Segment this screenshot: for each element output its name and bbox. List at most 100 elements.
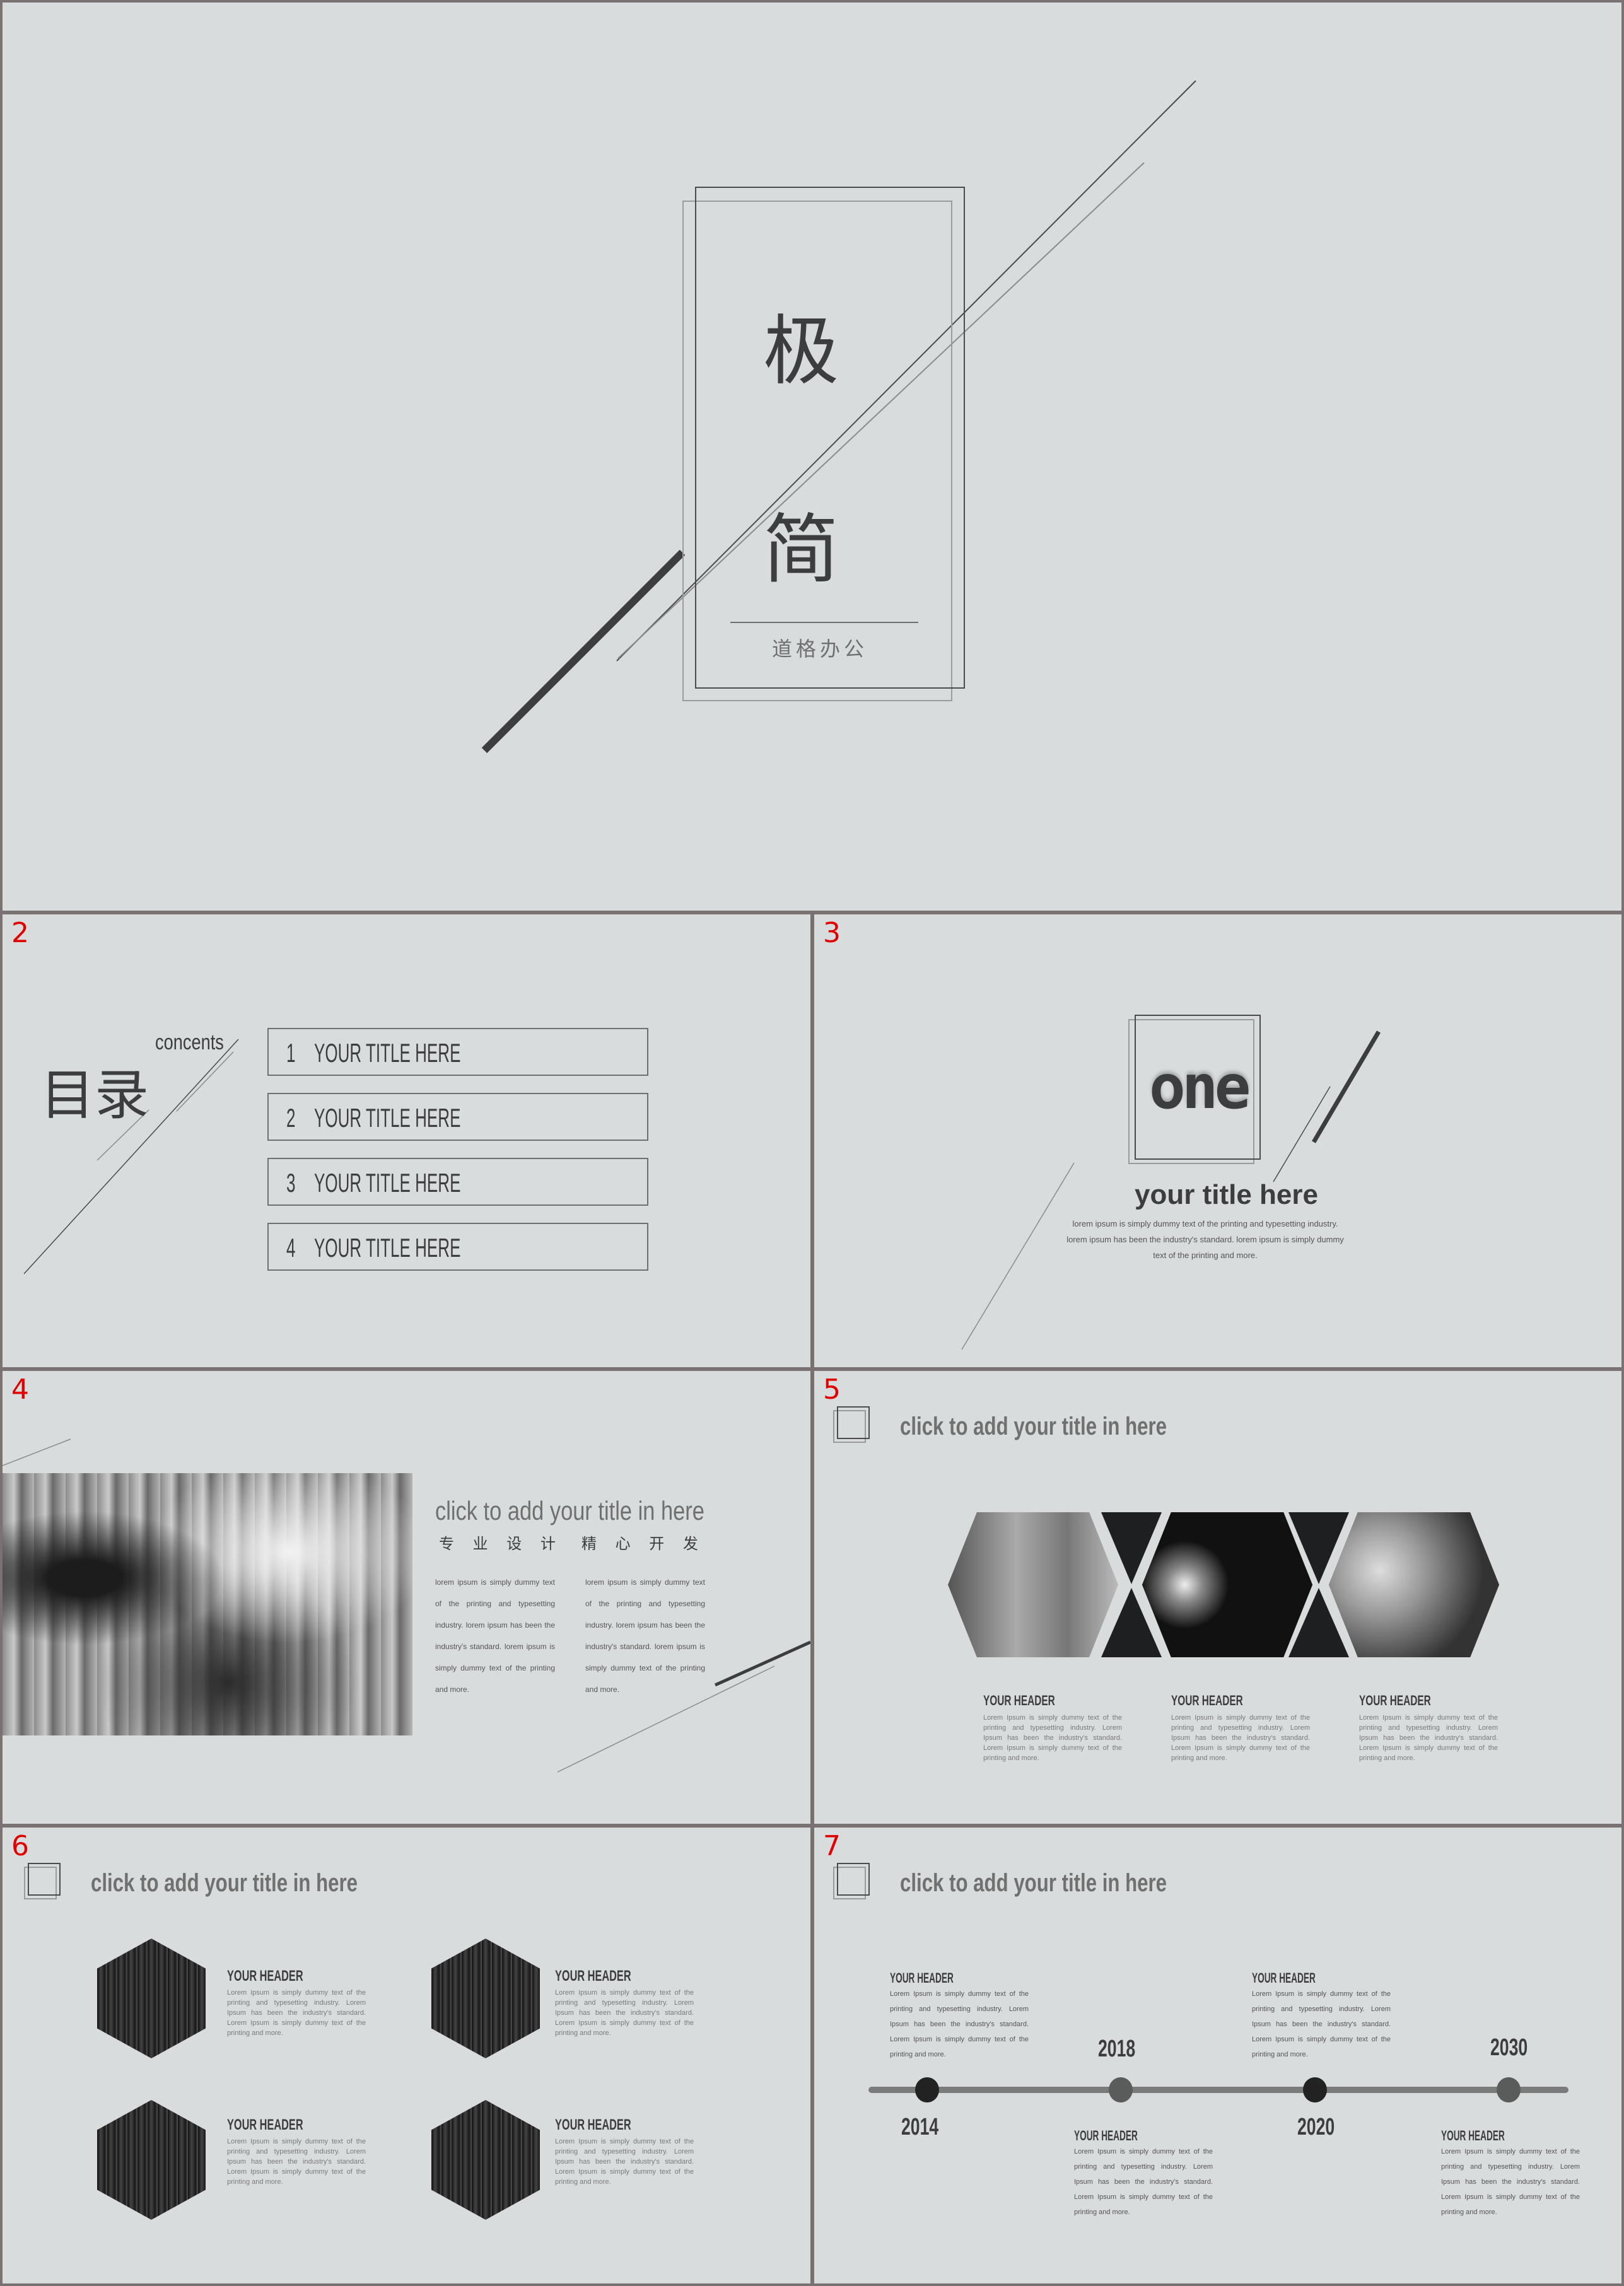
tagline-left: 专 业 设 计 <box>439 1535 556 1553</box>
slide-title: click to add your title in here <box>900 1413 1167 1440</box>
toc-item[interactable]: 4 YOUR TITLE HERE <box>267 1223 648 1271</box>
body-column-left: lorem ipsum is simply dummy text of the … <box>435 1578 555 1694</box>
card: YOUR HEADER Lorem Ipsum is simply dummy … <box>1359 1693 1498 1763</box>
toc-item[interactable]: 2 YOUR TITLE HERE <box>267 1093 648 1141</box>
toc-item-number: 3 <box>286 1168 296 1198</box>
body-column-right: lorem ipsum is simply dummy text of the … <box>585 1578 705 1694</box>
title-char-1: 极 <box>763 308 839 395</box>
photo-singer <box>1142 1512 1312 1657</box>
card-text: Lorem Ipsum is simply dummy text of the … <box>983 1714 1122 1762</box>
card-text: Lorem Ipsum is simply dummy text of the … <box>1359 1714 1498 1762</box>
section-body-line: lorem ipsum is simply dummy text of the … <box>1072 1219 1338 1228</box>
slide-2-decor-lines <box>23 1039 239 1274</box>
card-text: Lorem Ipsum is simply dummy text of the … <box>1074 2148 1213 2216</box>
slide-number: 7 <box>823 1830 841 1862</box>
slide-title: click to add your title in here <box>900 1869 1167 1897</box>
timeline-card: YOUR HEADER Lorem Ipsum is simply dummy … <box>1074 2128 1213 2220</box>
card-header: YOUR HEADER <box>555 1968 631 1985</box>
timeline-dot[interactable] <box>915 2077 939 2102</box>
card: YOUR HEADER Lorem Ipsum is simply dummy … <box>227 1968 366 2038</box>
toc-item-label: YOUR TITLE HERE <box>314 1233 461 1263</box>
wall-photo <box>3 1473 412 1735</box>
band-photo <box>97 2100 206 2220</box>
timeline-dot[interactable] <box>1303 2077 1327 2102</box>
section-number-word: one <box>1149 1052 1251 1123</box>
timeline-card: YOUR HEADER Lorem Ipsum is simply dummy … <box>1252 1970 1391 2062</box>
card-text: Lorem Ipsum is simply dummy text of the … <box>890 1990 1029 2058</box>
card: YOUR HEADER Lorem Ipsum is simply dummy … <box>555 2116 694 2187</box>
slide-4[interactable]: 4 click to add your title in here 专 业 设 … <box>3 1371 810 1824</box>
toc-item[interactable]: 1 YOUR TITLE HERE <box>267 1028 648 1076</box>
slide-1[interactable]: 极 简 道格办公 <box>3 3 1621 911</box>
subtitle: 道格办公 <box>772 637 868 661</box>
year-label: 2030 <box>1490 2034 1528 2061</box>
timeline-card: YOUR HEADER Lorem Ipsum is simply dummy … <box>890 1970 1029 2062</box>
section-title: your title here <box>1135 1179 1318 1210</box>
toc-item-number: 2 <box>286 1103 296 1133</box>
slide-title: click to add your title in here <box>91 1869 358 1897</box>
title-marker <box>837 1406 870 1439</box>
card: YOUR HEADER Lorem Ipsum is simply dummy … <box>555 1968 694 2038</box>
card-header: YOUR HEADER <box>890 1970 954 1986</box>
timeline-card: YOUR HEADER Lorem Ipsum is simply dummy … <box>1441 2128 1580 2220</box>
title-char-2: 简 <box>763 506 839 594</box>
title-frame <box>695 187 965 689</box>
card-header: YOUR HEADER <box>983 1693 1055 1708</box>
slide-6[interactable]: 6 click to add your title in here YOUR H… <box>3 1828 810 2283</box>
slide-number: 4 <box>11 1373 29 1406</box>
toc-item-label: YOUR TITLE HERE <box>314 1103 461 1133</box>
card-text: Lorem Ipsum is simply dummy text of the … <box>1252 1990 1391 2058</box>
slide-5[interactable]: 5 click to add your title in here YOUR H… <box>814 1371 1621 1824</box>
year-label: 2014 <box>901 2114 939 2140</box>
card-text: Lorem Ipsum is simply dummy text of the … <box>555 2138 694 2186</box>
toc-item-number: 4 <box>286 1233 296 1263</box>
timeline-dot[interactable] <box>1497 2077 1521 2102</box>
card: YOUR HEADER Lorem Ipsum is simply dummy … <box>227 2116 366 2187</box>
timeline-track <box>868 2087 1569 2093</box>
card: YOUR HEADER Lorem Ipsum is simply dummy … <box>1171 1693 1310 1763</box>
card-text: Lorem Ipsum is simply dummy text of the … <box>1171 1714 1310 1762</box>
section-body: lorem ipsum is simply dummy text of the … <box>1066 1216 1344 1263</box>
band-photo <box>97 1939 206 2058</box>
section-body-line: text of the printing and more. <box>1153 1251 1258 1260</box>
toc-item[interactable]: 3 YOUR TITLE HERE <box>267 1158 648 1206</box>
card-header: YOUR HEADER <box>227 2116 303 2133</box>
slide-title: click to add your title in here <box>435 1496 704 1525</box>
toc-item-label: YOUR TITLE HERE <box>314 1168 461 1198</box>
slide-3[interactable]: 3 one your title here lorem ipsum is sim… <box>814 914 1621 1367</box>
year-label: 2020 <box>1297 2114 1335 2140</box>
section-body-line: lorem ipsum has been the industry's stan… <box>1066 1235 1344 1244</box>
tagline-right: 精 心 开 发 <box>581 1535 698 1553</box>
card: YOUR HEADER Lorem Ipsum is simply dummy … <box>983 1693 1122 1763</box>
card-text: Lorem Ipsum is simply dummy text of the … <box>227 1989 366 2037</box>
slide-7[interactable]: 7 click to add your title in here 2014 2… <box>814 1828 1621 2283</box>
photo-violinist <box>1329 1512 1499 1657</box>
slide-number: 5 <box>823 1373 841 1406</box>
card-header: YOUR HEADER <box>1441 2128 1505 2143</box>
card-header: YOUR HEADER <box>227 1968 303 1985</box>
title-marker <box>837 1863 870 1896</box>
card-header: YOUR HEADER <box>1171 1693 1243 1708</box>
slide-number: 6 <box>11 1830 29 1862</box>
toc-title-cn: 目录 <box>40 1064 149 1127</box>
toc-item-label: YOUR TITLE HERE <box>314 1038 461 1068</box>
card-header: YOUR HEADER <box>1359 1693 1431 1708</box>
card-header: YOUR HEADER <box>1252 1970 1316 1986</box>
title-divider <box>730 622 918 623</box>
band-photo <box>431 2100 540 2220</box>
toc-title-en: concents <box>155 1030 224 1054</box>
card-text: Lorem Ipsum is simply dummy text of the … <box>1441 2148 1580 2216</box>
band-photo <box>431 1939 540 2058</box>
card-text: Lorem Ipsum is simply dummy text of the … <box>227 2138 366 2186</box>
slide-number: 3 <box>823 917 841 949</box>
slide-number: 2 <box>11 917 29 949</box>
toc-item-number: 1 <box>286 1038 296 1068</box>
card-header: YOUR HEADER <box>555 2116 631 2133</box>
card-text: Lorem Ipsum is simply dummy text of the … <box>555 1989 694 2037</box>
photo-cafe <box>948 1512 1118 1657</box>
title-marker <box>28 1863 61 1896</box>
slide-2[interactable]: 2 目录 concents 1 YOUR TITLE HERE 2 YOUR T… <box>3 914 810 1367</box>
card-header: YOUR HEADER <box>1074 2128 1138 2143</box>
timeline-dot[interactable] <box>1109 2077 1133 2102</box>
year-label: 2018 <box>1098 2036 1136 2062</box>
